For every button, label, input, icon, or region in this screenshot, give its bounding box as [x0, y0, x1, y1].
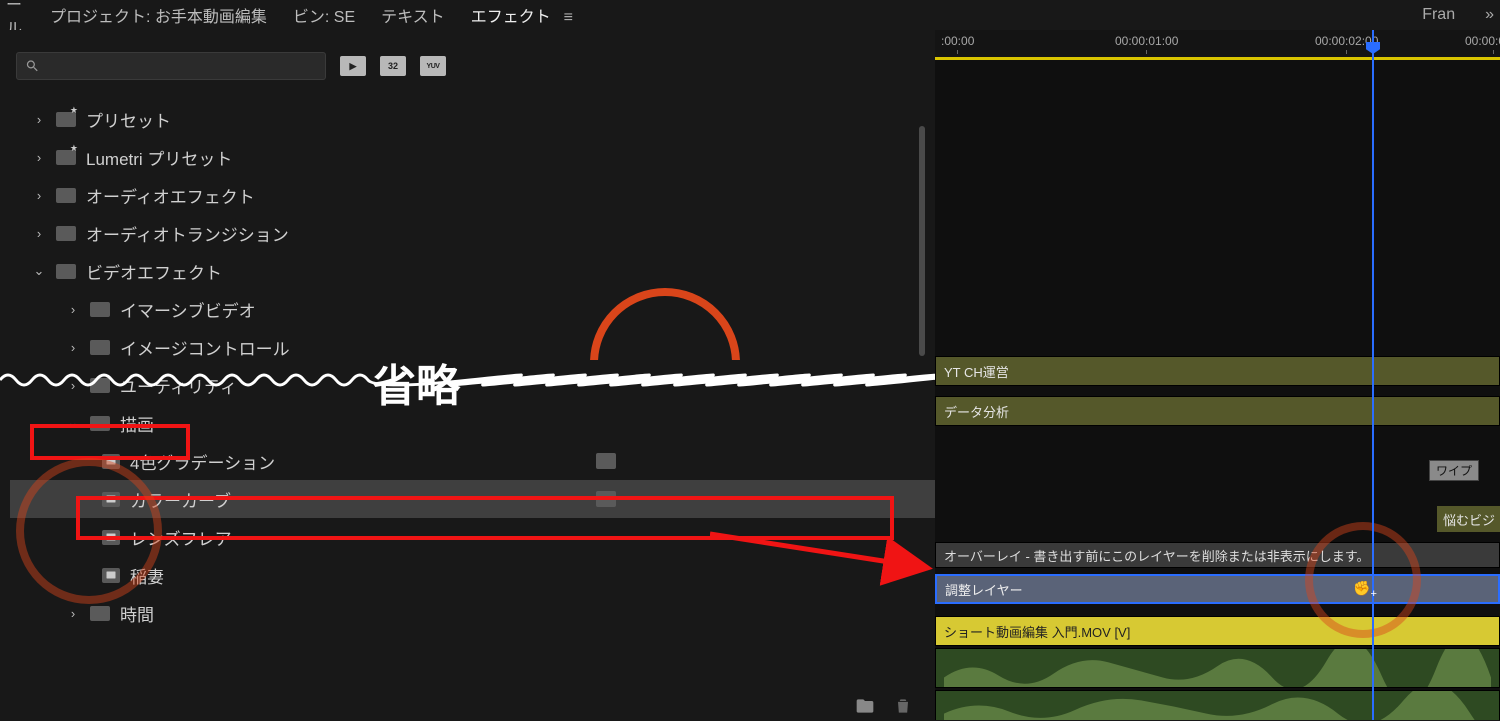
tab-project[interactable]: プロジェクト: お手本動画編集 — [50, 3, 267, 27]
tree-color-curve[interactable]: カラーカーブ — [10, 480, 935, 518]
clip-video[interactable]: ショート動画編集 入門.MOV [V] — [935, 616, 1500, 646]
tree-lumetri-presets[interactable]: ›Lumetri プリセット — [10, 138, 935, 176]
clip-data[interactable]: データ分析 — [935, 396, 1500, 426]
tab-effects-label: エフェクト — [471, 9, 551, 26]
chevron-right-icon: › — [66, 340, 80, 355]
waveform-icon — [944, 649, 1491, 687]
folder-star-icon — [56, 112, 76, 127]
chevron-right-icon: › — [32, 188, 46, 203]
tree-video-effects[interactable]: ⌄ビデオエフェクト — [10, 252, 935, 290]
tree-audio-transitions[interactable]: ›オーディオトランジション — [10, 214, 935, 252]
tree-draw[interactable]: ⌄描画 — [10, 404, 935, 442]
effect-icon — [102, 530, 120, 545]
tree-lightning[interactable]: 稲妻 — [10, 556, 935, 594]
new-bin-icon[interactable] — [855, 696, 875, 714]
timeline-ruler[interactable]: :00:00 00:00:01:00 00:00:02:00 00:00:03:… — [935, 30, 1500, 58]
tab-text[interactable]: テキスト — [381, 3, 445, 27]
tree-immersive-video[interactable]: ›イマーシブビデオ — [10, 290, 935, 328]
effect-icon — [102, 568, 120, 583]
effect-icon — [102, 492, 120, 507]
clip-yt[interactable]: YT CH運営 — [935, 356, 1500, 386]
filter-accelerated-icon[interactable]: ▶ — [340, 56, 366, 76]
folder-icon — [90, 416, 110, 431]
folder-icon — [90, 302, 110, 317]
folder-icon — [90, 606, 110, 621]
clip-audio-1[interactable] — [935, 648, 1500, 688]
filter-yuv-icon[interactable]: YUV — [420, 56, 446, 76]
folder-star-icon — [56, 150, 76, 165]
clip-adjustment-layer[interactable]: 調整レイヤー — [935, 574, 1500, 604]
tab-overflow-more[interactable]: » — [1485, 6, 1494, 24]
chevron-right-icon: › — [32, 150, 46, 165]
chevron-right-icon: › — [66, 378, 80, 393]
tab-bin[interactable]: ビン: SE — [293, 3, 355, 27]
effects-search-input[interactable] — [46, 58, 317, 74]
effects-tree: ›プリセット ›Lumetri プリセット ›オーディオエフェクト ›オーディオ… — [0, 94, 935, 632]
tree-presets[interactable]: ›プリセット — [10, 100, 935, 138]
ruler-tick-label: 00:00:01:00 — [1115, 34, 1178, 48]
folder-icon — [56, 188, 76, 203]
tree-image-control[interactable]: ›イメージコントロール — [10, 328, 935, 366]
playhead[interactable] — [1372, 30, 1374, 720]
chevron-down-icon: ⌄ — [32, 263, 46, 279]
search-icon — [25, 58, 40, 74]
tab-overflow-last[interactable]: Fran — [1422, 6, 1455, 24]
clip-overlay-text[interactable]: オーバーレイ - 書き出す前にこのレイヤーを削除または非表示にします。 — [935, 542, 1500, 568]
tab-effects-menu-icon[interactable]: ≡ — [564, 9, 573, 26]
clip-olive-thinking[interactable]: 悩むビジ — [1437, 506, 1500, 532]
timeline-tracks[interactable]: YT CH運営 データ分析 ワイプ 悩むビジ オーバーレイ - 書き出す前にこの… — [935, 60, 1500, 720]
gpu-badge-icon — [596, 491, 616, 507]
timeline-panel: :00:00 00:00:01:00 00:00:02:00 00:00:03:… — [935, 30, 1500, 720]
chevron-right-icon: › — [32, 226, 46, 241]
clip-wipe[interactable]: ワイプ — [1429, 460, 1479, 481]
scrollbar[interactable] — [919, 126, 925, 356]
chevron-right-icon: › — [66, 302, 80, 317]
drag-cursor-icon: ✊+ — [1353, 580, 1377, 600]
tree-lens-flare[interactable]: レンズフレア — [10, 518, 935, 556]
tree-time[interactable]: ›時間 — [10, 594, 935, 632]
clip-audio-2[interactable] — [935, 690, 1500, 720]
tab-effects[interactable]: エフェクト ≡ — [471, 3, 573, 27]
filter-32bit-icon[interactable]: 32 — [380, 56, 406, 76]
waveform-icon — [944, 691, 1491, 720]
trash-icon[interactable] — [893, 696, 913, 714]
folder-icon — [90, 378, 110, 393]
effects-panel: ▶ 32 YUV ›プリセット ›Lumetri プリセット ›オーディオエフェ… — [0, 30, 935, 720]
folder-icon — [56, 226, 76, 241]
chevron-right-icon: › — [32, 112, 46, 127]
chevron-down-icon: ⌄ — [66, 415, 80, 431]
tree-gradient[interactable]: 4色グラデーション — [10, 442, 935, 480]
folder-icon — [56, 264, 76, 279]
tree-utility[interactable]: ›ユーティリティ — [10, 366, 935, 404]
chevron-right-icon: › — [66, 606, 80, 621]
folder-icon — [90, 340, 110, 355]
tree-audio-effects[interactable]: ›オーディオエフェクト — [10, 176, 935, 214]
panel-tabs: ール プロジェクト: お手本動画編集 ビン: SE テキスト エフェクト ≡ F… — [0, 0, 1500, 30]
gpu-badge-icon — [596, 453, 616, 469]
ruler-tick-label: :00:00 — [941, 34, 974, 48]
effects-search[interactable] — [16, 52, 326, 80]
ruler-tick-label: 00:00:03:0 — [1465, 34, 1500, 48]
effect-icon — [102, 454, 120, 469]
